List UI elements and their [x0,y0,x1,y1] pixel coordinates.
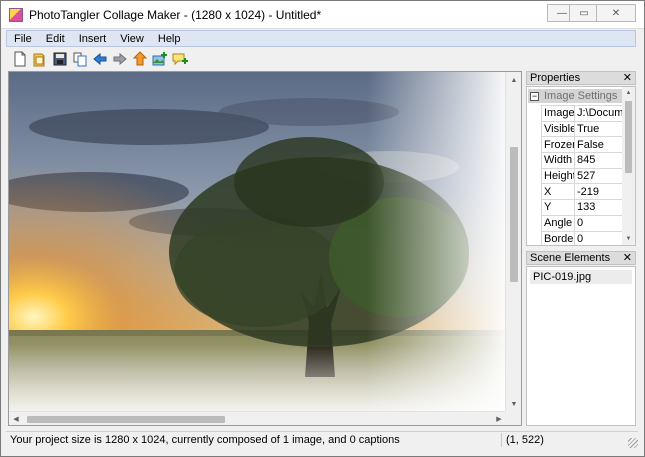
properties-scroll-down-icon[interactable]: ▼ [622,233,635,245]
property-key: Visible [541,120,575,138]
property-value[interactable]: True [574,120,624,138]
app-logo-icon [9,8,23,22]
status-divider [501,433,502,447]
properties-grid: − Image Settings Image J:\Docum Visible Tr… [526,86,636,246]
image-settings-group[interactable]: − Image Settings [528,89,622,103]
property-row[interactable]: Width 845 [541,152,624,169]
property-value[interactable]: -219 [574,183,624,201]
property-key: Border [541,230,575,245]
scene-elements-header: Scene Elements ✕ [526,251,636,265]
arrow-left-icon[interactable] [92,51,108,67]
scrollbar-corner [505,411,521,425]
property-key: Angle [541,214,575,232]
close-scene-elements-icon[interactable]: ✕ [623,251,632,264]
menu-insert[interactable]: Insert [72,33,114,45]
properties-panel-header: Properties ✕ [526,71,636,85]
property-row[interactable]: Angle 0 [541,214,624,232]
collage-canvas[interactable]: ▲ ▼ ◀ ▶ [8,71,522,426]
scene-elements-list: PIC-019.jpg [526,266,636,426]
copy-pages-icon[interactable] [72,51,88,67]
property-row[interactable]: Y 133 [541,199,624,216]
maximize-button[interactable]: ▭ [569,4,599,22]
property-key: Image [541,105,575,122]
add-caption-icon[interactable] [172,51,188,67]
properties-table: ImageJ:\Docum VisibleTrue FrozenFalse Wi… [541,105,624,245]
landscape-tree-photo[interactable] [9,72,506,412]
add-image-icon[interactable] [152,51,168,67]
arrow-right-icon[interactable] [112,51,128,67]
property-key: Width [541,152,575,169]
scroll-left-arrow-icon[interactable]: ◀ [9,412,23,425]
scene-elements-title: Scene Elements [530,252,611,264]
vertical-scroll-thumb[interactable] [510,147,518,282]
horizontal-scroll-thumb[interactable] [27,416,225,423]
property-row[interactable]: FrozenFalse [541,136,624,154]
property-key: Height [541,167,575,185]
property-value[interactable]: 0 [574,214,624,232]
title-bar: PhotoTangler Collage Maker - (1280 x 102… [1,1,644,29]
property-key: Frozen [541,136,575,154]
toolbar [6,48,636,70]
property-value[interactable]: False [574,136,624,154]
image-settings-label: Image Settings [544,90,618,102]
menu-edit[interactable]: Edit [39,33,72,45]
property-key: X [541,183,575,201]
scroll-up-arrow-icon[interactable]: ▲ [506,72,521,88]
properties-title: Properties [530,72,581,84]
property-row[interactable]: Height 527 [541,167,624,185]
property-value[interactable]: 133 [574,199,624,216]
canvas-vertical-scrollbar[interactable]: ▲ ▼ [505,72,521,412]
arrow-up-icon[interactable] [132,51,148,67]
window-title: PhotoTangler Collage Maker - (1280 x 102… [29,8,322,22]
property-key: Y [541,199,575,216]
menu-view[interactable]: View [113,33,151,45]
canvas-horizontal-scrollbar[interactable]: ◀ ▶ [9,411,506,425]
resize-grip-icon[interactable] [628,438,638,448]
property-row[interactable]: Border 0 [541,230,624,245]
property-value[interactable]: J:\Docum [574,105,624,122]
collapse-minus-icon[interactable]: − [530,91,539,101]
properties-scrollbar[interactable]: ▲ ▼ [622,87,635,245]
save-disk-icon[interactable] [52,51,68,67]
app-window: PhotoTangler Collage Maker - (1280 x 102… [0,0,645,457]
scroll-down-arrow-icon[interactable]: ▼ [506,396,521,412]
close-window-button[interactable]: ✕ [596,4,636,22]
open-folder-icon[interactable] [32,51,48,67]
property-row[interactable]: Visible True [541,120,624,138]
status-message: Your project size is 1280 x 1024, curren… [10,434,400,446]
scroll-right-arrow-icon[interactable]: ▶ [492,412,506,425]
new-document-icon[interactable] [12,51,28,67]
property-row[interactable]: Image J:\Docum [541,105,624,122]
status-bar: Your project size is 1280 x 1024, curren… [6,431,638,448]
property-value[interactable]: 0 [574,230,624,245]
properties-scroll-up-icon[interactable]: ▲ [622,87,635,99]
property-value[interactable]: 527 [574,167,624,185]
close-properties-icon[interactable]: ✕ [623,71,632,84]
list-item[interactable]: PIC-019.jpg [530,270,632,284]
cursor-coordinates: (1, 522) [506,434,544,446]
property-row[interactable]: X -219 [541,183,624,201]
property-value[interactable]: 845 [574,152,624,169]
properties-scroll-thumb[interactable] [625,101,632,173]
menu-help[interactable]: Help [151,33,188,45]
menu-bar: File Edit Insert View Help [6,30,636,47]
menu-file[interactable]: File [7,33,39,45]
